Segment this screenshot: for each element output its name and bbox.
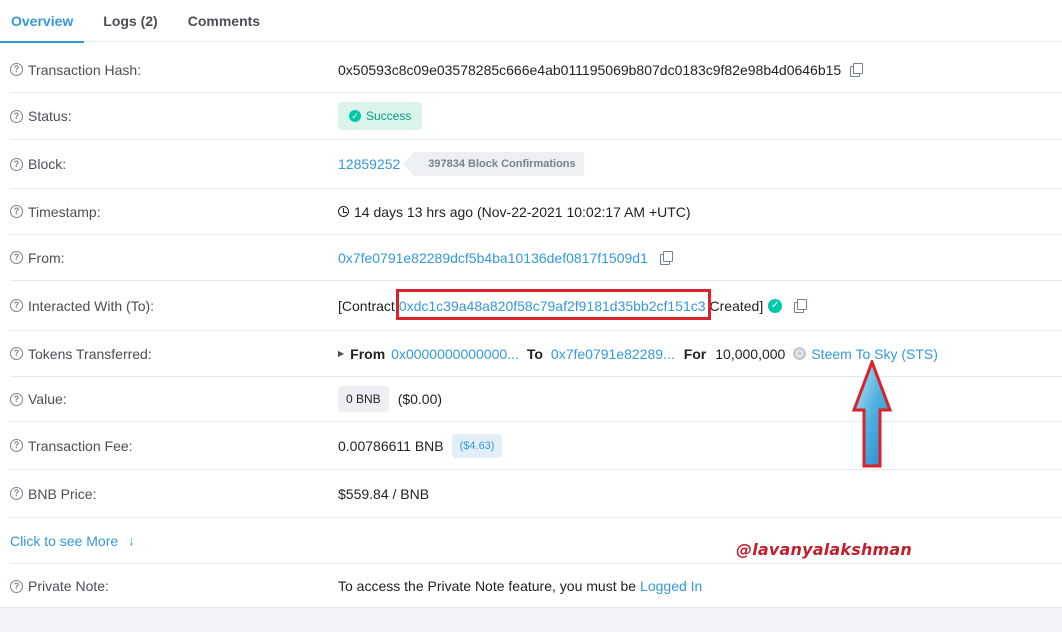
row-private-note: ? Private Note: To access the Private Not… bbox=[10, 564, 1062, 608]
question-icon[interactable]: ? bbox=[10, 251, 23, 264]
verified-check-icon: ✓ bbox=[768, 298, 783, 313]
row-block: ? Block: 12859252 397834 Block Confirmati… bbox=[10, 140, 1062, 189]
row-transaction-hash: ? Transaction Hash: 0x50593c8c09e03578285… bbox=[10, 47, 1062, 93]
copy-icon[interactable] bbox=[850, 63, 864, 77]
status-badge: ✓ Success bbox=[338, 102, 423, 130]
row-from: ? From: 0x7fe0791e82289dcf5b4ba10136def08… bbox=[10, 235, 1062, 281]
question-icon[interactable]: ? bbox=[10, 63, 23, 76]
copy-icon[interactable] bbox=[794, 299, 808, 313]
value-usd: ($0.00) bbox=[397, 391, 443, 407]
row-transaction-fee: ? Transaction Fee: 0.00786611 BNB ($4.63) bbox=[10, 422, 1062, 470]
question-icon[interactable]: ? bbox=[10, 439, 23, 452]
annotation-arrow-up-icon bbox=[851, 360, 893, 468]
block-number-link[interactable]: 12859252 bbox=[338, 156, 400, 172]
tab-overview[interactable]: Overview bbox=[0, 0, 85, 43]
tab-logs[interactable]: Logs (2) bbox=[92, 0, 168, 42]
row-bnb-price: ? BNB Price: $559.84 / BNB bbox=[10, 470, 1062, 518]
check-circle-icon: ✓ bbox=[349, 110, 361, 122]
row-tokens-transferred: ? Tokens Transferred: ▶ From 0x0000000000… bbox=[10, 331, 1062, 377]
question-icon[interactable]: ? bbox=[10, 157, 23, 171]
from-address-link[interactable]: 0x7fe0791e82289dcf5b4ba10136def0817f1509… bbox=[338, 250, 648, 266]
token-logo-icon bbox=[793, 347, 807, 360]
question-icon[interactable]: ? bbox=[10, 487, 23, 500]
clock-icon bbox=[338, 206, 349, 217]
token-amount: 10,000,000 bbox=[715, 345, 786, 362]
timestamp-value: 14 days 13 hrs ago (Nov-22-2021 10:02:17… bbox=[354, 203, 691, 220]
question-icon[interactable]: ? bbox=[10, 299, 23, 312]
question-icon[interactable]: ? bbox=[10, 579, 23, 593]
value-badge: 0 BNB bbox=[338, 386, 389, 412]
block-confirmations-badge: 397834 Block Confirmations bbox=[403, 152, 584, 176]
copy-icon[interactable] bbox=[659, 251, 673, 265]
question-icon[interactable]: ? bbox=[10, 109, 23, 123]
tab-bar: Overview Logs (2) Comments bbox=[0, 0, 1062, 43]
row-status: ? Status: ✓ Success bbox=[10, 93, 1062, 140]
token-to-link[interactable]: 0x7fe0791e82289... bbox=[551, 346, 675, 362]
contract-address-link[interactable]: 0xdc1c39a48a820f58c79af2f9181d35bb2cf151… bbox=[399, 298, 706, 314]
transaction-hash-value: 0x50593c8c09e03578285c666e4ab011195069b8… bbox=[338, 61, 842, 78]
arrow-down-icon: ↓ bbox=[128, 533, 135, 548]
login-link[interactable]: Logged In bbox=[640, 578, 702, 594]
see-more-link[interactable]: Click to see More ↓ bbox=[10, 533, 135, 549]
question-icon[interactable]: ? bbox=[10, 347, 23, 360]
question-icon[interactable]: ? bbox=[10, 392, 23, 406]
tab-comments[interactable]: Comments bbox=[177, 0, 271, 42]
row-value: ? Value: 0 BNB ($0.00) bbox=[10, 377, 1062, 422]
row-timestamp: ? Timestamp: 14 days 13 hrs ago (Nov-22-2… bbox=[10, 189, 1062, 235]
row-interacted-with: ? Interacted With (To): [Contract 0xdc1c3… bbox=[10, 281, 1062, 331]
token-from-link[interactable]: 0x0000000000000... bbox=[391, 346, 519, 362]
question-icon[interactable]: ? bbox=[10, 205, 23, 218]
watermark-text: @lavanyalakshman bbox=[736, 540, 913, 559]
fee-usd-badge: ($4.63) bbox=[451, 433, 503, 458]
fee-value: 0.00786611 BNB bbox=[338, 437, 444, 454]
bnb-price-value: $559.84 / BNB bbox=[338, 485, 430, 502]
caret-right-icon: ▶ bbox=[338, 349, 345, 358]
transaction-details-card: Overview Logs (2) Comments ? Transaction … bbox=[0, 0, 1062, 608]
